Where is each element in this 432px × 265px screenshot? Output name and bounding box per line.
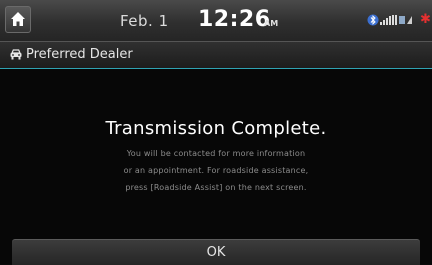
date-display: Feb. 1 [120, 12, 169, 30]
ampm-indicator: AM [264, 19, 279, 28]
signal-icon [380, 15, 412, 25]
page-title: Preferred Dealer [26, 47, 133, 62]
message-title: Transmission Complete. [105, 118, 327, 139]
ok-button-label: OK [206, 245, 226, 260]
car-icon [10, 49, 22, 60]
status-bar: Feb. 1 12:26 AM ✱ [0, 0, 432, 42]
message-line: press [Roadside Assist] on the next scre… [125, 183, 307, 192]
home-icon [11, 12, 25, 26]
message-line: or an appointment. For roadside assistan… [123, 166, 309, 175]
time-display: 12:26 [198, 7, 271, 32]
ok-button[interactable]: OK [12, 239, 420, 265]
message-line: You will be contacted for more informati… [126, 149, 306, 158]
home-button[interactable] [5, 6, 31, 33]
bluetooth-icon [367, 14, 379, 26]
screen: Feb. 1 12:26 AM ✱ Preferred Dealer Trans… [0, 0, 432, 265]
title-bar: Preferred Dealer [0, 42, 432, 69]
alert-icon: ✱ [420, 12, 431, 27]
